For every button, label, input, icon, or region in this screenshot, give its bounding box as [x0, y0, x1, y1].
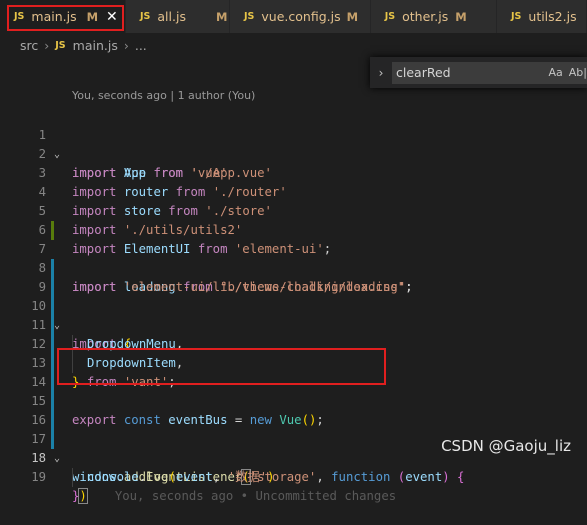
git-modified-indicator[interactable] — [51, 430, 54, 449]
parentheses: ( — [397, 470, 406, 484]
string: '数据' — [227, 470, 268, 484]
code-line: 8 import 'element-ui/lib/theme-chalk/ind… — [0, 240, 587, 294]
keyword: function — [331, 470, 391, 484]
code-line: 12 } from 'vant'; — [0, 316, 587, 389]
git-modified-indicator[interactable] — [51, 411, 54, 430]
find-input-value: clearRed — [396, 65, 451, 80]
git-modified-indicator[interactable] — [51, 297, 54, 316]
chevron-right-icon: › — [44, 37, 50, 53]
inline-blame-annotation: You, seconds ago • Uncommitted changes — [114, 489, 397, 503]
tab-label: vue.config.js — [261, 9, 341, 24]
code-line: 13 — [0, 335, 587, 370]
git-blame-codelens[interactable]: You, seconds ago | 1 author (You) — [72, 89, 255, 102]
punctuation: . — [138, 470, 147, 484]
modified-badge: M — [86, 9, 99, 24]
javascript-file-icon: JS — [244, 11, 255, 22]
parentheses: ) — [442, 470, 450, 484]
punctuation: , — [212, 470, 221, 484]
modified-badge: M — [455, 9, 467, 24]
code-line: 4 import store from './store' — [0, 164, 587, 218]
match-case-toggle[interactable]: Aa — [549, 66, 563, 79]
function-name: log — [146, 470, 169, 484]
code-line: 6 import ElementUI from 'element-ui'; — [0, 202, 587, 256]
modified-badge: M — [346, 9, 359, 24]
git-modified-indicator[interactable] — [51, 335, 54, 354]
javascript-file-icon: JS — [14, 11, 25, 22]
code-line: 10 DropdownMenu, — [0, 278, 587, 354]
git-modified-indicator[interactable] — [51, 392, 54, 411]
code-line: 2 import App from './App.vue' — [0, 126, 587, 180]
code-editor[interactable]: 1 ⌄ import Vue from 'vue' 2 import App f… — [0, 107, 587, 504]
parentheses: ) — [267, 470, 275, 484]
chevron-right-icon[interactable]: › — [370, 66, 392, 80]
code-line: 9 ⌄ import { — [0, 259, 587, 351]
editor-tab-bar: JS main.js M ✕ JS all.js M JS vue.config… — [0, 0, 587, 33]
code-line: 3 import router from './router' — [0, 145, 587, 199]
identifier: console — [87, 470, 139, 484]
punctuation: , — [316, 470, 324, 484]
code-line: 17 console.log(event, '数据') — [0, 411, 587, 487]
identifier: event — [175, 470, 213, 484]
tab-utils2-js[interactable]: JS utils2.js — [497, 0, 587, 33]
javascript-file-icon: JS — [55, 39, 66, 51]
git-modified-indicator[interactable] — [51, 354, 54, 373]
code-line: 11 DropdownItem, — [0, 297, 587, 373]
javascript-file-icon: JS — [511, 11, 522, 22]
close-icon[interactable]: ✕ — [106, 9, 118, 25]
code-line: 5 import './utils/utils2' — [0, 183, 587, 237]
tab-label: all.js — [157, 9, 186, 24]
chevron-right-icon: › — [123, 37, 129, 53]
breadcrumb-more[interactable]: ... — [135, 38, 147, 53]
modified-badge: M — [215, 9, 228, 24]
tab-label: main.js — [31, 9, 77, 24]
indent-guide — [72, 468, 87, 487]
bracket-match: ) — [78, 488, 88, 504]
code-line: 7 import loadong from "./views/loading/l… — [0, 221, 587, 294]
git-modified-indicator[interactable] — [51, 373, 54, 392]
parentheses: ( — [168, 470, 176, 484]
code-line: 15 — [0, 373, 587, 408]
watermark: CSDN @Gaoju_liz — [441, 437, 571, 455]
code-line: 16 ⌄ window.addEventListener('storage', … — [0, 392, 587, 485]
tab-vue-config-js[interactable]: JS vue.config.js M — [230, 0, 371, 33]
git-modified-indicator[interactable] — [51, 278, 54, 297]
javascript-file-icon: JS — [384, 11, 396, 22]
brace: { — [457, 470, 465, 484]
line-number: 19 — [31, 470, 46, 484]
code-line: 14 export const eventBus = new Vue(); — [0, 354, 587, 427]
find-widget: › clearRed Aa Ab| — [370, 57, 587, 88]
tab-other-js[interactable]: JS other.js M — [370, 0, 497, 33]
breadcrumb-file[interactable]: main.js — [73, 38, 118, 53]
git-added-indicator[interactable] — [51, 221, 54, 240]
breadcrumb: src › JS main.js › ... — [0, 33, 587, 57]
parameter: event — [405, 470, 443, 484]
find-input[interactable]: clearRed Aa Ab| — [392, 61, 587, 84]
code-line: 1 ⌄ import Vue from 'vue' — [0, 107, 587, 180]
tab-all-js[interactable]: JS all.js M — [126, 0, 230, 33]
tab-label: other.js — [402, 9, 449, 24]
tab-label: utils2.js — [528, 9, 577, 24]
match-word-toggle[interactable]: Ab| — [569, 66, 587, 79]
git-modified-indicator[interactable] — [51, 316, 54, 335]
breadcrumb-folder[interactable]: src — [20, 38, 38, 53]
javascript-file-icon: JS — [140, 11, 151, 22]
tab-main-js[interactable]: JS main.js M ✕ — [0, 0, 126, 33]
git-modified-indicator[interactable] — [51, 259, 54, 278]
